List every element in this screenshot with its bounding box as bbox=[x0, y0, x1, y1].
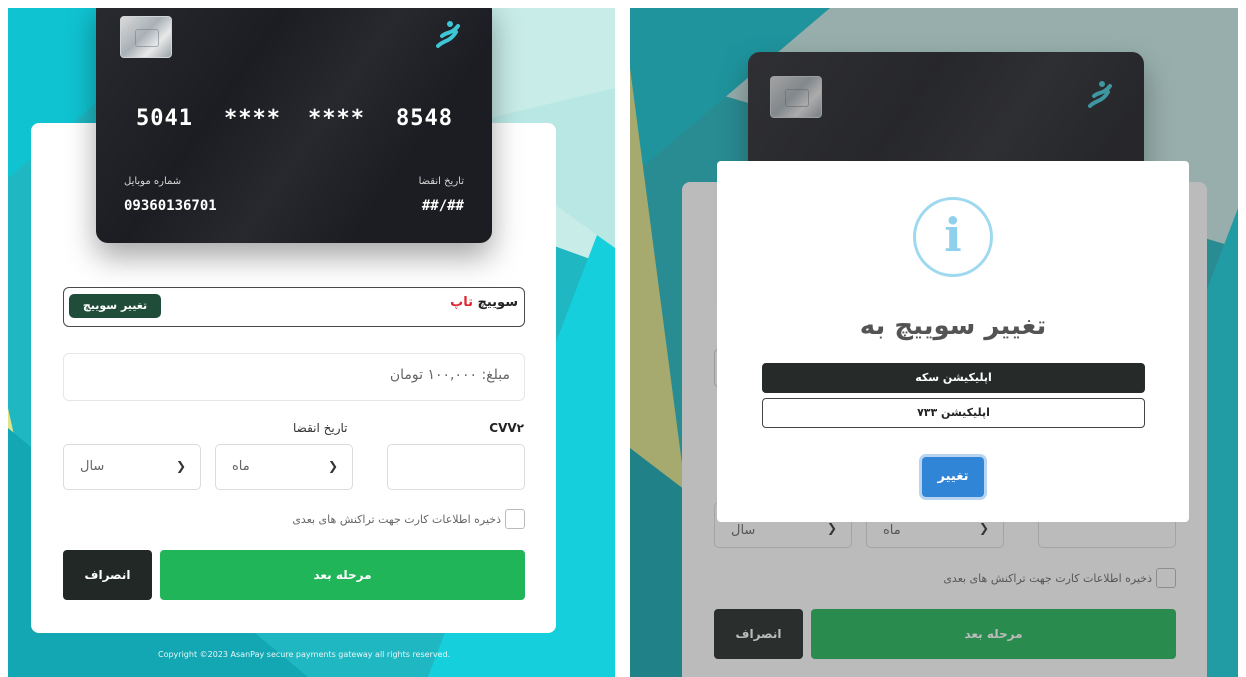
modal-title: تغییر سوییچ به bbox=[859, 311, 1047, 341]
switch-modal: i تغییر سوییچ به اپلیکیشن سکه اپلیکیشن ۷… bbox=[717, 161, 1189, 522]
card-number-group: **** bbox=[308, 106, 365, 131]
expiry-label: تاریخ انقضا bbox=[293, 421, 348, 435]
year-select-value: سال bbox=[80, 459, 105, 474]
info-icon: i bbox=[913, 197, 993, 277]
switch-title-text: سوییچ bbox=[477, 295, 519, 310]
month-select[interactable]: ماه ❯ bbox=[215, 444, 353, 490]
change-switch-button[interactable]: تغییر سوییچ bbox=[69, 294, 161, 318]
year-select[interactable]: سال ❯ bbox=[63, 444, 201, 490]
cvv2-label: CVV۲ bbox=[489, 421, 524, 435]
cancel-button[interactable]: انصراف bbox=[63, 550, 152, 600]
card-number: 5041 **** **** 8548 bbox=[136, 106, 466, 136]
switch-bar: سوییچ تاپ تغییر سوییچ bbox=[63, 287, 525, 327]
amount-text: مبلغ: ۱۰۰,۰۰۰ تومان bbox=[389, 367, 510, 383]
payment-page-left: سوییچ تاپ تغییر سوییچ مبلغ: ۱۰۰,۰۰۰ توما… bbox=[8, 8, 615, 677]
mobile-value: 09360136701 bbox=[124, 198, 217, 214]
card-chip-icon bbox=[120, 16, 172, 58]
payment-page-right: سال ❯ ماه ❯ ذخیره اطلاعات کارت جهت تراکن… bbox=[630, 8, 1238, 677]
card-number-group: **** bbox=[224, 106, 281, 131]
card-number-group: 8548 bbox=[396, 106, 453, 131]
bank-logo-icon bbox=[436, 21, 460, 48]
card-expiry-label: تاریخ انقضا bbox=[418, 176, 464, 187]
switch-title: سوییچ تاپ bbox=[450, 295, 518, 310]
switch-option-733[interactable]: اپلیکیشن ۷۳۳ bbox=[762, 398, 1145, 428]
mobile-label: شماره موبایل bbox=[124, 176, 182, 187]
cvv2-input[interactable] bbox=[387, 444, 525, 490]
switch-title-brand: تاپ bbox=[450, 295, 473, 310]
save-card-checkbox[interactable] bbox=[505, 509, 525, 529]
card-number-group: 5041 bbox=[136, 106, 193, 131]
chevron-down-icon: ❯ bbox=[328, 459, 339, 473]
save-card-label: ذخیره اطلاعات کارت جهت تراکنش های بعدی bbox=[292, 513, 501, 526]
copyright: Copyright ©2023 AsanPay secure payments … bbox=[158, 650, 451, 659]
bank-card: 5041 **** **** 8548 شماره موبایل 0936013… bbox=[96, 8, 492, 243]
chevron-down-icon: ❯ bbox=[176, 459, 187, 473]
amount-display: مبلغ: ۱۰۰,۰۰۰ تومان bbox=[63, 353, 525, 401]
next-step-button[interactable]: مرحله بعد bbox=[160, 550, 525, 600]
month-select-value: ماه bbox=[232, 459, 250, 474]
confirm-change-button[interactable]: تغییر bbox=[922, 457, 984, 497]
switch-option-sekeh[interactable]: اپلیکیشن سکه bbox=[762, 363, 1145, 393]
card-expiry-value: ##/## bbox=[421, 198, 464, 214]
